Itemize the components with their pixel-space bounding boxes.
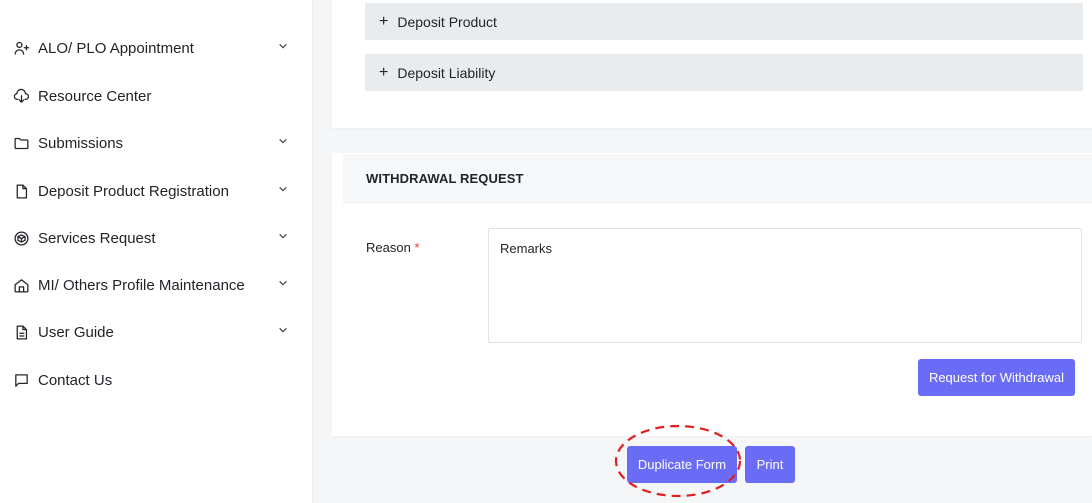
- sidebar-item-deposit-product-registration[interactable]: Deposit Product Registration: [12, 177, 300, 205]
- cloud-download-icon: [12, 87, 30, 105]
- sidebar-item-label: Deposit Product Registration: [38, 182, 229, 200]
- request-withdrawal-button[interactable]: Request for Withdrawal: [918, 359, 1075, 396]
- user-plus-icon: [12, 39, 30, 57]
- required-indicator: *: [414, 240, 420, 255]
- sidebar-item-user-guide[interactable]: User Guide: [12, 318, 300, 346]
- reason-label: Reason *: [366, 240, 420, 255]
- sidebar-item-mi-others-profile-maintenance[interactable]: MI/ Others Profile Maintenance: [12, 271, 300, 299]
- sidebar: ALO/ PLO Appointment Resource Center Sub…: [0, 0, 313, 503]
- sidebar-item-contact-us[interactable]: Contact Us: [12, 366, 300, 394]
- accordion-deposit-product[interactable]: + Deposit Product: [365, 3, 1083, 40]
- sidebar-item-label: User Guide: [38, 323, 114, 341]
- plus-icon: +: [379, 12, 389, 30]
- duplicate-form-button[interactable]: Duplicate Form: [627, 446, 737, 483]
- sidebar-item-label: MI/ Others Profile Maintenance: [38, 276, 245, 294]
- sidebar-item-label: Contact Us: [38, 371, 113, 389]
- sidebar-item-label: Services Request: [38, 229, 156, 247]
- remarks-textarea[interactable]: [488, 228, 1082, 343]
- sidebar-item-alo-plo-appointment[interactable]: ALO/ PLO Appointment: [12, 34, 300, 62]
- chevron-down-icon: [278, 228, 290, 240]
- sidebar-item-label: Resource Center: [38, 87, 152, 105]
- home-icon: [12, 276, 30, 294]
- accordion-label: Deposit Liability: [397, 64, 496, 81]
- chevron-down-icon: [278, 275, 290, 287]
- chevron-down-icon: [278, 181, 290, 193]
- plus-icon: +: [379, 63, 389, 81]
- sidebar-item-label: Submissions: [38, 134, 124, 152]
- folder-icon: [12, 134, 30, 152]
- sidebar-item-label: ALO/ PLO Appointment: [38, 39, 194, 57]
- print-button[interactable]: Print: [745, 446, 795, 483]
- accordion-deposit-liability[interactable]: + Deposit Liability: [365, 54, 1083, 91]
- message-square-icon: [12, 371, 30, 389]
- reason-label-text: Reason: [366, 240, 411, 255]
- sidebar-item-services-request[interactable]: Services Request: [12, 224, 300, 252]
- withdrawal-card-header: WITHDRAWAL REQUEST: [343, 154, 1092, 203]
- document-icon: [12, 323, 30, 341]
- chevron-down-icon: [278, 322, 290, 334]
- chevron-down-icon: [278, 38, 290, 50]
- card-title: WITHDRAWAL REQUEST: [366, 170, 524, 186]
- box-icon: [12, 229, 30, 247]
- sidebar-item-resource-center[interactable]: Resource Center: [12, 82, 300, 110]
- accordion-label: Deposit Product: [397, 13, 497, 30]
- file-icon: [12, 182, 30, 200]
- sidebar-item-submissions[interactable]: Submissions: [12, 129, 300, 157]
- chevron-down-icon: [278, 133, 290, 145]
